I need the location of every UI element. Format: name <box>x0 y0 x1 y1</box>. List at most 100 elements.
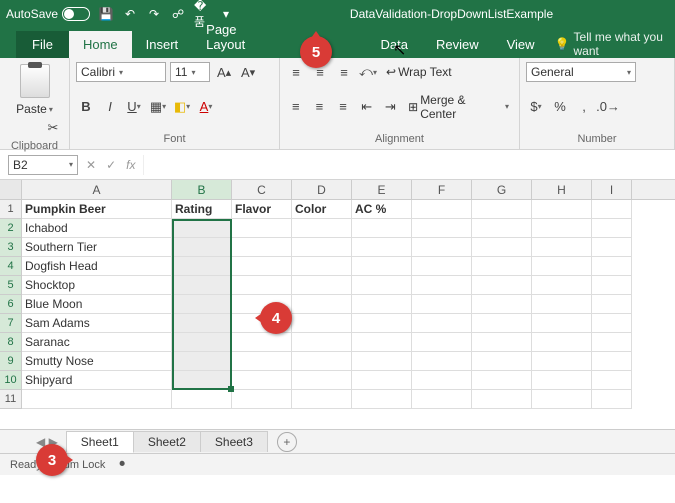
comma-icon[interactable]: , <box>574 97 594 117</box>
cell[interactable] <box>352 314 412 333</box>
row-header-4[interactable]: 4 <box>0 257 22 276</box>
macro-record-icon[interactable]: ⏺ <box>119 458 125 471</box>
cell[interactable] <box>352 257 412 276</box>
col-header-F[interactable]: F <box>412 180 472 199</box>
col-header-G[interactable]: G <box>472 180 532 199</box>
cell[interactable] <box>232 238 292 257</box>
cell[interactable]: AC % <box>352 200 412 219</box>
cell[interactable] <box>172 257 232 276</box>
cell[interactable] <box>592 219 632 238</box>
cell[interactable] <box>292 390 352 409</box>
cell[interactable] <box>352 276 412 295</box>
cell[interactable] <box>292 352 352 371</box>
fill-color-icon[interactable]: ◧▾ <box>172 97 192 117</box>
cell[interactable] <box>532 238 592 257</box>
cell[interactable] <box>172 314 232 333</box>
cell[interactable] <box>532 371 592 390</box>
row-header-2[interactable]: 2 <box>0 219 22 238</box>
select-all[interactable] <box>0 180 22 199</box>
increase-font-icon[interactable]: A▴ <box>214 62 234 82</box>
row-header-5[interactable]: 5 <box>0 276 22 295</box>
tab-file[interactable]: File <box>16 31 69 58</box>
row-header-8[interactable]: 8 <box>0 333 22 352</box>
wrap-text-button[interactable]: ↩Wrap Text <box>382 63 456 81</box>
row-header-11[interactable]: 11 <box>0 390 22 409</box>
tab-page-layout[interactable]: Page Layout <box>192 16 284 58</box>
tab-review[interactable]: Review <box>422 31 493 58</box>
sheet-tab-3[interactable]: Sheet3 <box>200 431 268 452</box>
row-header-10[interactable]: 10 <box>0 371 22 390</box>
cell[interactable] <box>292 314 352 333</box>
cell[interactable] <box>472 371 532 390</box>
sheet-tab-2[interactable]: Sheet2 <box>133 431 201 452</box>
percent-icon[interactable]: % <box>550 97 570 117</box>
redo-icon[interactable]: ↷ <box>146 6 162 22</box>
cell[interactable] <box>532 219 592 238</box>
cell[interactable] <box>472 257 532 276</box>
col-header-E[interactable]: E <box>352 180 412 199</box>
decrease-font-icon[interactable]: A▾ <box>238 62 258 82</box>
tab-insert[interactable]: Insert <box>132 31 193 58</box>
cell[interactable]: Saranac <box>22 333 172 352</box>
row-header-9[interactable]: 9 <box>0 352 22 371</box>
cell[interactable] <box>592 295 632 314</box>
cell[interactable] <box>292 219 352 238</box>
cell[interactable] <box>592 390 632 409</box>
tell-me[interactable]: 💡 Tell me what you want <box>555 30 675 58</box>
cell[interactable] <box>472 333 532 352</box>
cell[interactable] <box>412 295 472 314</box>
cell[interactable] <box>172 219 232 238</box>
save-icon[interactable]: 💾 <box>98 6 114 22</box>
cell[interactable] <box>472 276 532 295</box>
cell[interactable] <box>352 352 412 371</box>
cell[interactable] <box>232 371 292 390</box>
paste-button[interactable]: Paste▾ <box>6 100 63 118</box>
border-icon[interactable]: ▦▾ <box>148 97 168 117</box>
cell[interactable]: Color <box>292 200 352 219</box>
cell[interactable] <box>472 314 532 333</box>
indent-inc-icon[interactable]: ⇥ <box>381 97 401 117</box>
cell[interactable] <box>232 276 292 295</box>
cell[interactable] <box>412 200 472 219</box>
cell[interactable] <box>532 295 592 314</box>
cell[interactable] <box>232 257 292 276</box>
font-size-combo[interactable]: 11▾ <box>170 62 210 82</box>
autosave-toggle[interactable]: AutoSave <box>6 7 90 21</box>
cell[interactable]: Blue Moon <box>22 295 172 314</box>
cell[interactable] <box>532 276 592 295</box>
align-left-icon[interactable]: ≡ <box>286 97 306 117</box>
cell[interactable] <box>412 333 472 352</box>
cell[interactable] <box>472 200 532 219</box>
cell[interactable]: Smutty Nose <box>22 352 172 371</box>
toggle-off-icon[interactable] <box>62 7 90 21</box>
cell[interactable] <box>532 352 592 371</box>
bold-icon[interactable]: B <box>76 97 96 117</box>
align-center-icon[interactable]: ≡ <box>310 97 330 117</box>
cell[interactable] <box>22 390 172 409</box>
cell[interactable] <box>352 295 412 314</box>
tab-home[interactable]: Home <box>69 31 132 58</box>
cell[interactable] <box>172 238 232 257</box>
cell[interactable] <box>472 352 532 371</box>
align-top-icon[interactable]: ≡ <box>286 62 306 82</box>
cell[interactable] <box>592 333 632 352</box>
cell[interactable] <box>292 371 352 390</box>
cancel-icon[interactable]: ✕ <box>86 158 96 172</box>
formula-input[interactable] <box>143 155 667 175</box>
font-color-icon[interactable]: A▾ <box>196 97 216 117</box>
name-box[interactable]: B2▾ <box>8 155 78 175</box>
cell[interactable] <box>472 295 532 314</box>
cell[interactable] <box>412 257 472 276</box>
col-header-A[interactable]: A <box>22 180 172 199</box>
row-header-7[interactable]: 7 <box>0 314 22 333</box>
cell[interactable] <box>172 333 232 352</box>
cell[interactable] <box>292 333 352 352</box>
align-bot-icon[interactable]: ≡ <box>334 62 354 82</box>
indent-dec-icon[interactable]: ⇤ <box>357 97 377 117</box>
cell[interactable]: Shipyard <box>22 371 172 390</box>
tab-data[interactable]: Data <box>367 31 422 58</box>
col-header-H[interactable]: H <box>532 180 592 199</box>
undo-icon[interactable]: ↶ <box>122 6 138 22</box>
cell[interactable] <box>592 371 632 390</box>
add-sheet-button[interactable]: + <box>277 432 297 452</box>
